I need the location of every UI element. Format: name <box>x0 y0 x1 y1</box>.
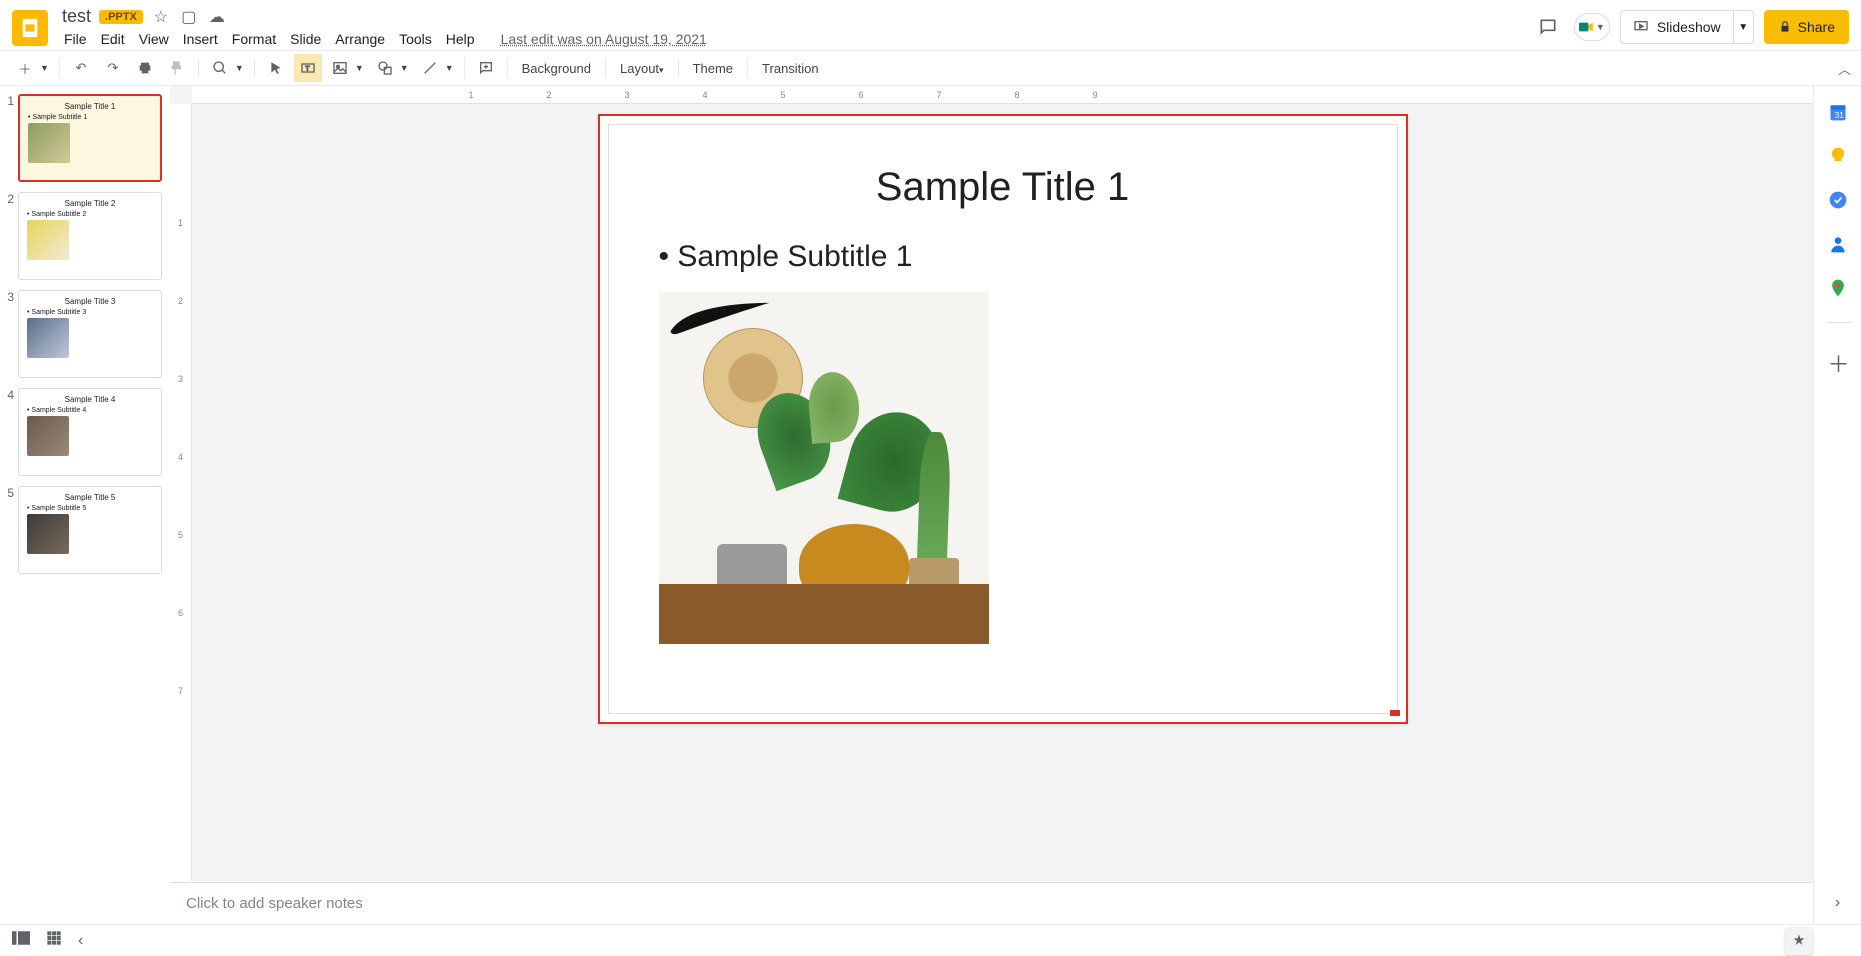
thumb-image <box>27 318 69 358</box>
side-panel: 31 ＋ › <box>1813 86 1861 924</box>
slideshow-dropdown[interactable]: ▼ <box>1734 10 1754 44</box>
file-format-badge: .PPTX <box>99 10 143 24</box>
add-addon-icon[interactable]: ＋ <box>1828 347 1848 367</box>
menu-arrange[interactable]: Arrange <box>335 31 385 47</box>
slide-editor[interactable]: 123456789 1234567 Sample Title 1 Sample … <box>170 86 1813 881</box>
calendar-icon[interactable]: 31 <box>1828 102 1848 122</box>
menu-view[interactable]: View <box>139 31 169 47</box>
grid-view-icon[interactable] <box>46 930 62 951</box>
comments-icon[interactable] <box>1532 11 1564 43</box>
comment-tool[interactable] <box>472 54 500 82</box>
slides-icon <box>19 17 41 39</box>
chevron-down-icon: ▼ <box>1596 22 1605 32</box>
thumb-image <box>27 416 69 456</box>
star-icon[interactable]: ☆ <box>151 7 171 27</box>
horizontal-ruler: 123456789 <box>192 86 1813 104</box>
transition-button[interactable]: Transition <box>754 61 827 76</box>
thumb-number: 2 <box>4 192 14 280</box>
thumb-number: 3 <box>4 290 14 378</box>
filmstrip[interactable]: 1 Sample Title 1 • Sample Subtitle 1 2 S… <box>0 86 170 924</box>
maps-icon[interactable] <box>1828 278 1848 298</box>
undo-button[interactable]: ↶ <box>67 54 95 82</box>
vertical-ruler: 1234567 <box>170 104 192 881</box>
collapse-toolbar-icon[interactable]: ︿ <box>1838 59 1851 78</box>
tasks-icon[interactable] <box>1828 190 1848 210</box>
keep-icon[interactable] <box>1828 146 1848 166</box>
last-edit-link[interactable]: Last edit was on August 19, 2021 <box>501 31 707 47</box>
explore-button[interactable] <box>1785 927 1813 955</box>
chevron-down-icon: ▾ <box>659 65 664 75</box>
image-dropdown[interactable]: ▼ <box>355 63 368 73</box>
slide-thumb-2[interactable]: Sample Title 2 • Sample Subtitle 2 <box>18 192 162 280</box>
thumb-number: 4 <box>4 388 14 476</box>
menu-insert[interactable]: Insert <box>183 31 218 47</box>
thumb-number: 5 <box>4 486 14 574</box>
menu-edit[interactable]: Edit <box>101 31 125 47</box>
filmstrip-view-icon[interactable] <box>12 931 30 950</box>
slide-title[interactable]: Sample Title 1 <box>659 165 1347 210</box>
lock-icon <box>1778 20 1792 34</box>
svg-text:T: T <box>305 66 309 73</box>
paint-format-button[interactable] <box>163 54 191 82</box>
menu-tools[interactable]: Tools <box>399 31 432 47</box>
slide-thumb-4[interactable]: Sample Title 4 • Sample Subtitle 4 <box>18 388 162 476</box>
document-title[interactable]: test <box>62 6 91 27</box>
meet-button[interactable]: ▼ <box>1574 13 1610 41</box>
move-icon[interactable]: ▢ <box>179 7 199 27</box>
thumb-number: 1 <box>4 94 14 182</box>
slideshow-label: Slideshow <box>1657 19 1721 35</box>
cloud-status-icon[interactable]: ☁ <box>207 7 227 27</box>
share-label: Share <box>1798 19 1835 35</box>
select-tool[interactable] <box>262 54 290 82</box>
presentation-icon <box>1633 19 1649 35</box>
line-dropdown[interactable]: ▼ <box>445 63 458 73</box>
slide-canvas[interactable]: Sample Title 1 Sample Subtitle 1 <box>598 114 1408 724</box>
zoom-button[interactable] <box>206 54 234 82</box>
menu-slide[interactable]: Slide <box>290 31 321 47</box>
layout-button[interactable]: Layout▾ <box>612 61 672 76</box>
slideshow-button[interactable]: Slideshow <box>1620 10 1734 44</box>
slide-thumb-1[interactable]: Sample Title 1 • Sample Subtitle 1 <box>18 94 162 182</box>
menu-file[interactable]: File <box>64 31 87 47</box>
thumb-image <box>28 123 70 163</box>
redo-button[interactable]: ↷ <box>99 54 127 82</box>
new-slide-button[interactable]: ＋ <box>11 54 39 82</box>
speaker-notes[interactable]: Click to add speaker notes <box>170 882 1813 924</box>
shape-tool[interactable] <box>371 54 399 82</box>
new-slide-dropdown[interactable]: ▼ <box>40 63 53 73</box>
resize-indicator <box>1390 710 1400 716</box>
contacts-icon[interactable] <box>1828 234 1848 254</box>
slide-image[interactable] <box>659 292 989 644</box>
slide-thumb-5[interactable]: Sample Title 5 • Sample Subtitle 5 <box>18 486 162 574</box>
thumb-image <box>27 514 69 554</box>
thumb-image <box>27 220 69 260</box>
share-button[interactable]: Share <box>1764 10 1849 44</box>
slide-subtitle[interactable]: Sample Subtitle 1 <box>659 240 1347 274</box>
line-tool[interactable] <box>416 54 444 82</box>
theme-button[interactable]: Theme <box>685 61 741 76</box>
textbox-tool[interactable]: T <box>294 54 322 82</box>
slide-thumb-3[interactable]: Sample Title 3 • Sample Subtitle 3 <box>18 290 162 378</box>
zoom-dropdown[interactable]: ▼ <box>235 63 248 73</box>
print-button[interactable] <box>131 54 159 82</box>
collapse-sidepanel-icon[interactable]: › <box>1835 894 1840 912</box>
collapse-filmstrip-icon[interactable]: ‹ <box>78 932 83 950</box>
shape-dropdown[interactable]: ▼ <box>400 63 413 73</box>
image-tool[interactable] <box>326 54 354 82</box>
svg-text:31: 31 <box>1834 110 1844 120</box>
background-button[interactable]: Background <box>514 61 599 76</box>
slides-logo[interactable] <box>12 10 48 46</box>
menu-format[interactable]: Format <box>232 31 276 47</box>
menu-help[interactable]: Help <box>446 31 475 47</box>
